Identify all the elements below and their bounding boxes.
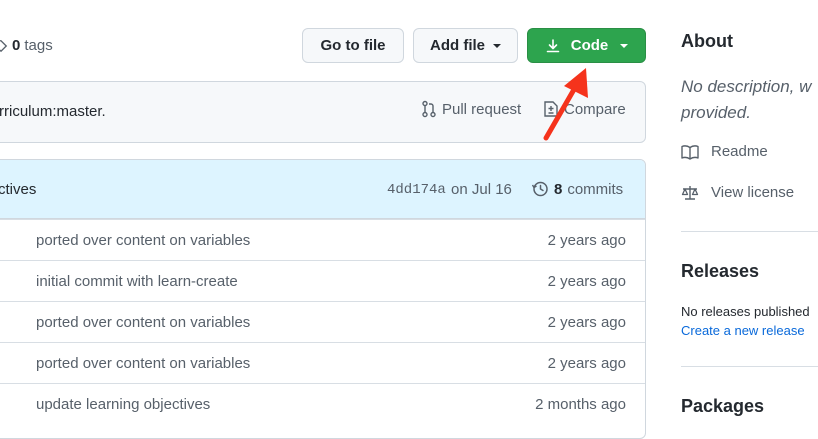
- go-to-file-label: Go to file: [320, 37, 386, 54]
- license-label: View license: [711, 184, 795, 201]
- commits-link[interactable]: 8 commits: [531, 180, 623, 198]
- description-line: No description, w: [681, 77, 812, 96]
- annotation-arrow-icon: [543, 68, 588, 141]
- chevron-down-icon: [493, 43, 501, 48]
- code-label: Code: [570, 37, 609, 54]
- law-icon: [681, 185, 699, 200]
- commit-message[interactable]: initial commit with learn-create: [36, 273, 238, 290]
- table-row[interactable]: ported over content on variables 2 years…: [0, 219, 645, 260]
- tags-label: tags: [24, 37, 53, 54]
- table-row[interactable]: ported over content on variables 2 years…: [0, 342, 645, 383]
- chevron-down-icon: [620, 43, 629, 48]
- commit-sha[interactable]: 4dd174a: [387, 182, 446, 198]
- latest-commit-bar: ctives 4dd174a on Jul 16 8 commits: [0, 160, 645, 219]
- commit-age: 2 months ago: [535, 396, 626, 413]
- commit-message[interactable]: ported over content on variables: [36, 232, 250, 249]
- commit-label: commits: [567, 180, 624, 198]
- commit-age: 2 years ago: [547, 232, 626, 249]
- history-icon: [531, 181, 548, 197]
- pull-request-label: Pull request: [442, 100, 522, 118]
- about-section: About: [681, 31, 733, 52]
- no-releases-text: No releases published: [681, 304, 810, 319]
- book-icon: [681, 144, 699, 160]
- branch-status-text: rriculum:master.: [0, 103, 106, 120]
- description-line: provided.: [681, 103, 751, 122]
- file-list: ctives 4dd174a on Jul 16 8 commits porte…: [0, 159, 646, 439]
- packages-title[interactable]: Packages: [681, 396, 764, 417]
- license-link[interactable]: View license: [681, 184, 794, 201]
- pull-request-link[interactable]: Pull request: [421, 100, 521, 118]
- commit-age: 2 years ago: [547, 355, 626, 372]
- code-button[interactable]: Code: [527, 28, 646, 63]
- go-to-file-button[interactable]: Go to file: [302, 28, 404, 63]
- readme-label: Readme: [711, 143, 768, 160]
- create-release-link[interactable]: Create a new release: [681, 323, 805, 338]
- readme-link[interactable]: Readme: [681, 143, 768, 160]
- commit-message[interactable]: update learning objectives: [36, 396, 210, 413]
- commit-message[interactable]: ported over content on variables: [36, 314, 250, 331]
- repo-description: No description, w provided.: [681, 74, 818, 126]
- pull-request-icon: [422, 100, 436, 118]
- tag-icon: [0, 39, 8, 52]
- commit-count: 8: [554, 180, 563, 198]
- commit-age: 2 years ago: [547, 314, 626, 331]
- about-title: About: [681, 31, 733, 51]
- add-file-button[interactable]: Add file: [413, 28, 518, 63]
- releases-title[interactable]: Releases: [681, 261, 759, 282]
- commit-date: on Jul 16: [451, 181, 512, 198]
- table-row[interactable]: initial commit with learn-create 2 years…: [0, 260, 645, 301]
- releases-section: Releases: [681, 261, 759, 282]
- add-file-label: Add file: [430, 37, 485, 54]
- packages-section: Packages: [681, 396, 764, 417]
- download-icon: [546, 38, 560, 52]
- table-row[interactable]: update learning objectives 2 months ago: [0, 383, 645, 424]
- sidebar-divider: [681, 366, 818, 367]
- commit-age: 2 years ago: [547, 273, 626, 290]
- table-row[interactable]: ported over content on variables 2 years…: [0, 301, 645, 342]
- sidebar-divider: [681, 231, 818, 232]
- commit-message[interactable]: ported over content on variables: [36, 355, 250, 372]
- tags-link[interactable]: 0 tags: [0, 37, 53, 54]
- latest-commit-message[interactable]: ctives: [0, 181, 36, 198]
- tags-count: 0: [12, 37, 21, 54]
